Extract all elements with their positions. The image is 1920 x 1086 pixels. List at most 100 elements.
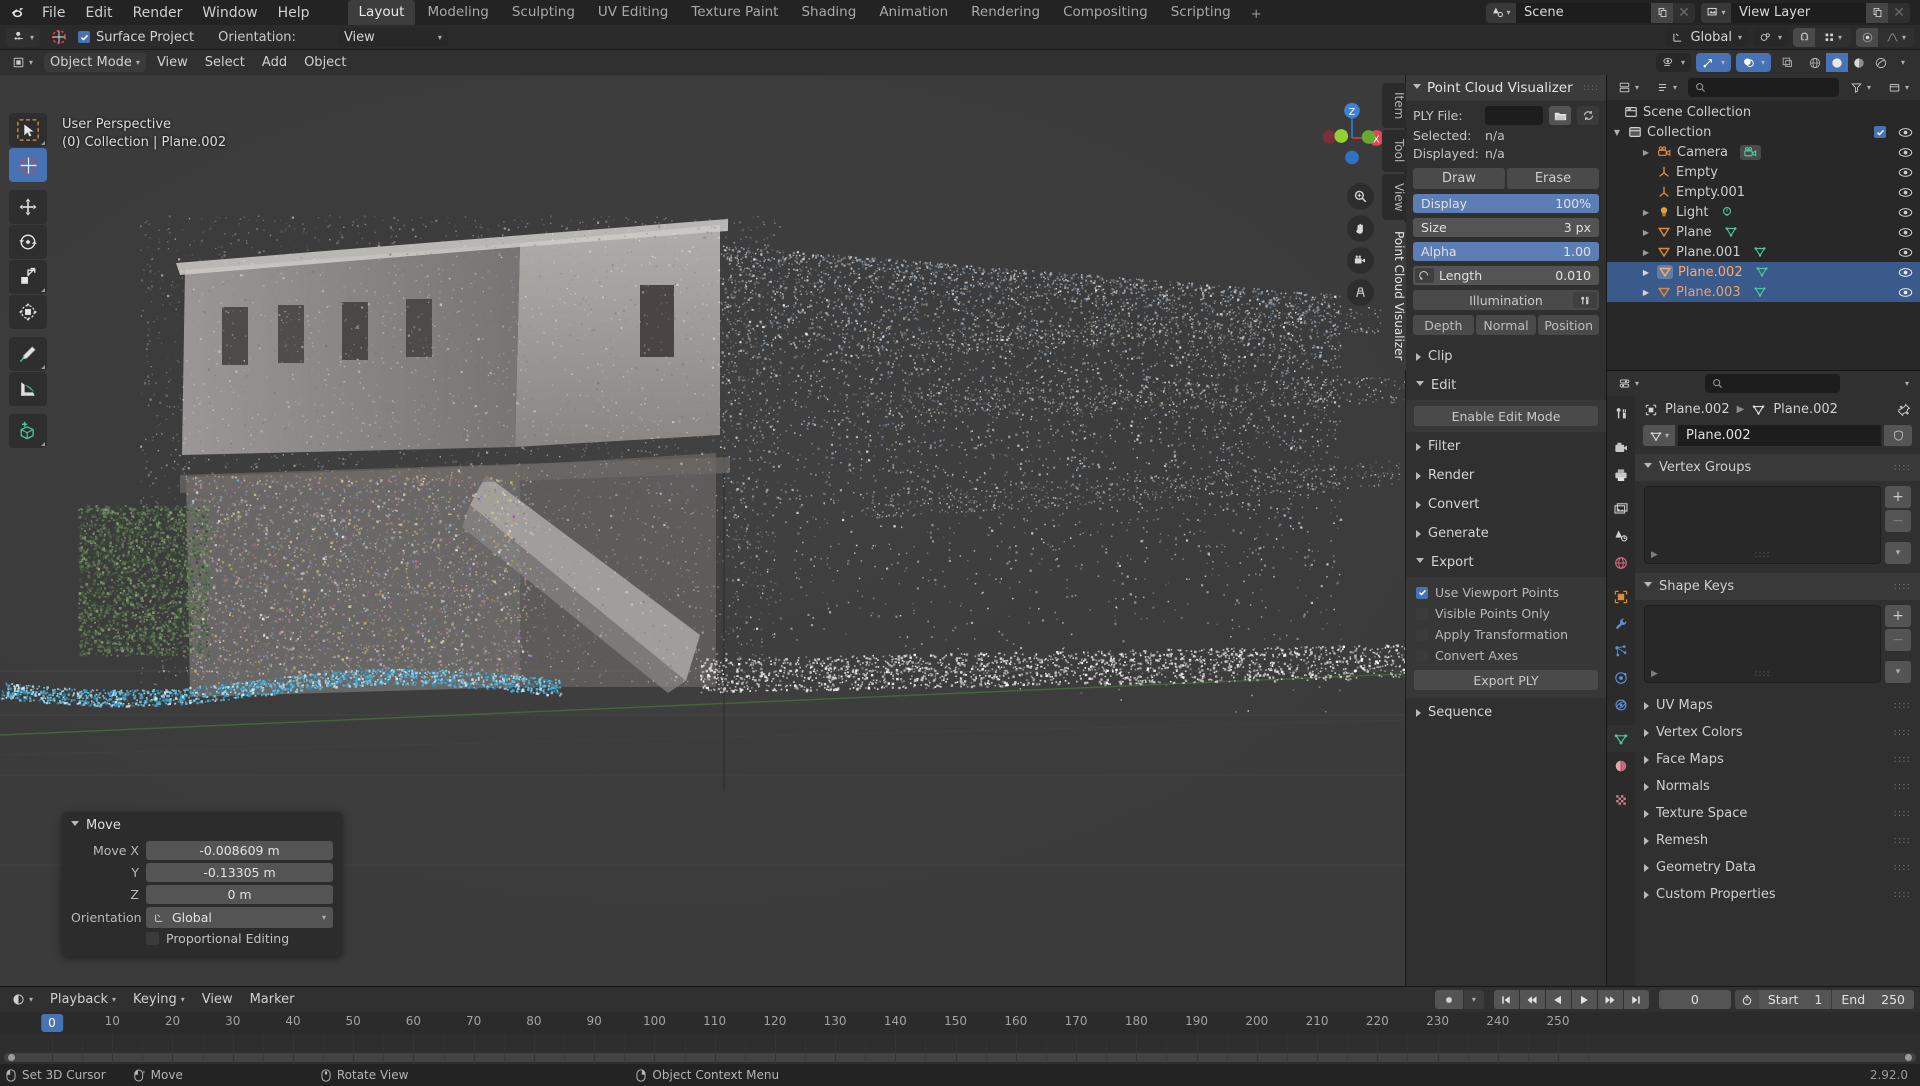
- rotate-tool[interactable]: [9, 225, 47, 259]
- tool-settings-icon[interactable]: ▾: [6, 28, 40, 47]
- tab-shading[interactable]: Shading: [790, 0, 867, 25]
- normals-toggle-icon[interactable]: [1415, 268, 1434, 283]
- cursor-tool[interactable]: [9, 148, 47, 182]
- enable-edit-mode-button[interactable]: Enable Edit Mode: [1414, 406, 1598, 426]
- outliner-editor-type-button[interactable]: ▾: [1612, 78, 1645, 97]
- add-workspace-button[interactable]: +: [1243, 4, 1270, 25]
- view-layer-name[interactable]: View Layer: [1731, 3, 1866, 23]
- object-mode-dropdown[interactable]: Object Mode ▾: [44, 53, 146, 72]
- view-layer-tab[interactable]: [1607, 495, 1635, 522]
- timeline-menu-playback[interactable]: Playback▾: [44, 990, 122, 1009]
- normal-button[interactable]: Normal: [1476, 315, 1537, 335]
- add-vertex-group-button[interactable]: +: [1885, 486, 1911, 508]
- length-slider[interactable]: Length 0.010: [1413, 266, 1599, 285]
- use-preview-range-icon[interactable]: [1735, 990, 1759, 1009]
- section-sequence[interactable]: Sequence: [1406, 698, 1606, 727]
- playhead-frame-label[interactable]: 0: [41, 1014, 63, 1032]
- particles-tab[interactable]: [1607, 637, 1635, 664]
- mesh-data-icon[interactable]: [1753, 245, 1767, 259]
- snapping-group[interactable]: ▾: [1793, 28, 1851, 47]
- light-data-icon[interactable]: [1720, 205, 1734, 219]
- alpha-slider[interactable]: Alpha 1.00: [1413, 242, 1599, 261]
- section-edit[interactable]: Edit: [1406, 371, 1606, 400]
- outliner-row-empty-001[interactable]: Empty.001: [1607, 182, 1920, 202]
- collection-checkbox[interactable]: [1874, 126, 1886, 138]
- convert-axes-checkbox[interactable]: [1416, 650, 1428, 662]
- outliner-row-plane-003[interactable]: ▶ Plane.003: [1607, 282, 1920, 302]
- apply-transformation-checkbox[interactable]: [1416, 629, 1428, 641]
- redo-orientation-dropdown[interactable]: Global ▾: [146, 907, 333, 928]
- add-shape-key-button[interactable]: +: [1885, 605, 1911, 627]
- use-viewport-points-row[interactable]: Use Viewport Points: [1414, 582, 1598, 603]
- outliner-row-light[interactable]: ▶ Light: [1607, 202, 1920, 222]
- shading-modes[interactable]: ▾: [1804, 53, 1914, 72]
- mesh-data-icon[interactable]: [1755, 265, 1769, 279]
- shading-dropdown[interactable]: ▾: [1892, 53, 1914, 72]
- snapping-magnet-icon[interactable]: [1793, 28, 1815, 47]
- eye-icon[interactable]: [1898, 247, 1913, 258]
- surface-project-checkbox[interactable]: [78, 31, 90, 43]
- section-export[interactable]: Export: [1406, 548, 1606, 577]
- properties-options-button[interactable]: ▾: [1899, 374, 1915, 393]
- tab-animation[interactable]: Animation: [868, 0, 959, 25]
- scene-datablock[interactable]: ▾ Scene ✕: [1486, 3, 1695, 23]
- tab-layout[interactable]: Layout: [348, 0, 416, 25]
- panel-vertex-colors[interactable]: Vertex Colors ::::: [1635, 719, 1920, 746]
- tweak-select-tool[interactable]: [9, 113, 47, 147]
- outliner-new-collection-button[interactable]: ▾: [1882, 78, 1915, 97]
- new-scene-button[interactable]: [1651, 3, 1673, 23]
- play-reverse-button[interactable]: [1546, 990, 1571, 1009]
- apply-transformation-row[interactable]: Apply Transformation: [1414, 624, 1598, 645]
- ply-file-input[interactable]: [1485, 106, 1543, 125]
- redo-panel-header[interactable]: Move: [62, 812, 342, 839]
- view-layer-datablock[interactable]: ▾ View Layer ✕: [1701, 3, 1910, 23]
- move-x-field[interactable]: -0.008609 m: [146, 841, 333, 860]
- object-tab[interactable]: [1607, 583, 1635, 610]
- panel-vertex-groups[interactable]: Vertex Groups ::::: [1635, 454, 1920, 481]
- panel-remesh[interactable]: Remesh ::::: [1635, 827, 1920, 854]
- tab-texture-paint[interactable]: Texture Paint: [680, 0, 789, 25]
- camera-view-icon[interactable]: [1347, 247, 1374, 274]
- display-mode-dropdown[interactable]: ▾: [1650, 78, 1683, 97]
- erase-button[interactable]: Erase: [1507, 168, 1599, 189]
- list-expander-icon[interactable]: ▶: [1651, 550, 1658, 560]
- start-frame-field[interactable]: Start 1: [1759, 990, 1833, 1009]
- convert-axes-row[interactable]: Convert Axes: [1414, 645, 1598, 666]
- perspective-toggle-icon[interactable]: [1347, 279, 1374, 306]
- shape-key-specials-button[interactable]: ▾: [1885, 661, 1911, 683]
- eye-icon[interactable]: [1898, 287, 1913, 298]
- menu-edit[interactable]: Edit: [75, 3, 122, 23]
- eye-icon[interactable]: [1898, 187, 1913, 198]
- outliner-tree[interactable]: Scene Collection ▼ Collection: [1607, 100, 1920, 370]
- properties-content[interactable]: Plane.002 ▶ Plane.002 ▾: [1635, 396, 1920, 986]
- disclosure-triangle-icon[interactable]: ▶: [1640, 208, 1652, 217]
- timeline-editor-type-button[interactable]: ▾: [6, 990, 39, 1009]
- pin-icon[interactable]: [1897, 403, 1911, 417]
- scale-tool[interactable]: [9, 260, 47, 294]
- pivot-point-dropdown[interactable]: ▾: [1753, 28, 1788, 47]
- falloff-dropdown[interactable]: ▾: [1878, 28, 1914, 47]
- properties-editor-type-button[interactable]: ▾: [1612, 374, 1645, 393]
- timeline-ruler[interactable]: 0102030405060708090100110120130140150160…: [0, 1012, 1920, 1034]
- outliner-row-plane-001[interactable]: ▶ Plane.001: [1607, 242, 1920, 262]
- camera-data-icon[interactable]: [1740, 145, 1761, 160]
- n-tab-tool[interactable]: Tool: [1382, 130, 1406, 171]
- transform-tool[interactable]: [9, 295, 47, 329]
- overlays-dropdown[interactable]: ▾: [1736, 53, 1771, 72]
- scene-tab[interactable]: [1607, 522, 1635, 549]
- point-cloud-visualizer-header[interactable]: Point Cloud Visualizer ::::: [1406, 75, 1606, 101]
- outliner-row-scene-collection[interactable]: Scene Collection: [1607, 102, 1920, 122]
- material-tab[interactable]: [1607, 752, 1635, 779]
- outliner-search-input[interactable]: [1688, 78, 1839, 97]
- reload-icon[interactable]: [1577, 106, 1599, 125]
- n-tab-item[interactable]: Item: [1382, 83, 1406, 128]
- annotate-tool[interactable]: [9, 337, 47, 371]
- remove-shape-key-button[interactable]: −: [1885, 629, 1911, 651]
- 3d-viewport[interactable]: User Perspective (0) Collection | Plane.…: [0, 75, 1606, 986]
- eye-icon[interactable]: [1898, 207, 1913, 218]
- data-tab[interactable]: [1607, 725, 1635, 752]
- eye-icon[interactable]: [1898, 127, 1913, 138]
- tool-tab[interactable]: [1607, 400, 1635, 427]
- panel-geometry-data[interactable]: Geometry Data ::::: [1635, 854, 1920, 881]
- section-convert[interactable]: Convert: [1406, 490, 1606, 519]
